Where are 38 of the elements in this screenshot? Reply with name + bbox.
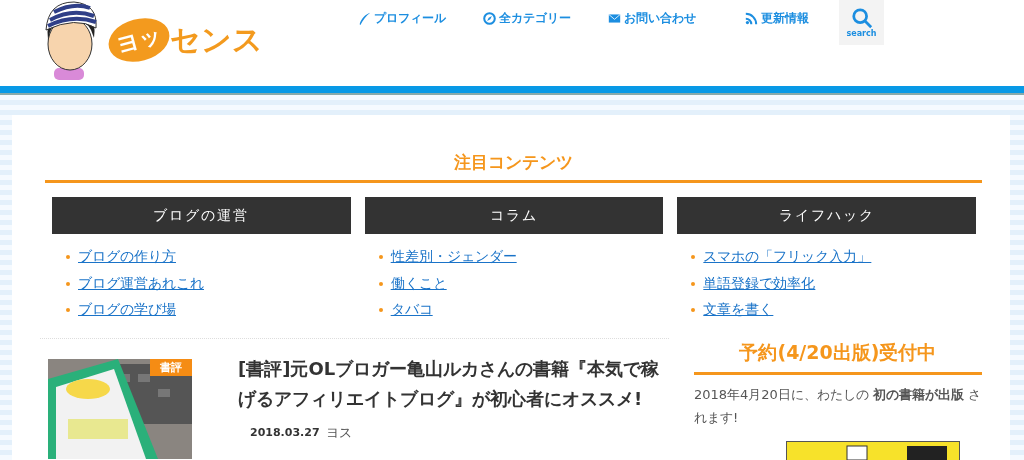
post-date: 2018.03.27	[250, 426, 320, 439]
category-link[interactable]: 働くこと	[390, 274, 447, 293]
quill-icon	[357, 12, 371, 25]
bullet-icon	[378, 308, 383, 313]
bullet-icon	[691, 281, 696, 286]
nav-link[interactable]: 更新情報	[714, 0, 839, 27]
bullet-icon	[378, 255, 383, 260]
nav-link[interactable]: お問い合わせ	[589, 0, 714, 27]
search-icon	[850, 7, 873, 29]
category-link[interactable]: ブログの作り方	[78, 248, 176, 267]
search-button[interactable]: search	[839, 0, 884, 45]
mail-icon	[607, 12, 621, 25]
category-link[interactable]: 文章を書く	[703, 301, 774, 320]
section-title: 注目コンテンツ	[45, 151, 982, 183]
bullet-icon	[66, 308, 70, 313]
category-link[interactable]: タバコ	[390, 301, 433, 320]
category-label: 書評	[150, 358, 192, 376]
post-title[interactable]: [書評]元OLブロガー亀山ルカさんの書籍『本気で稼げるアフィリエイトブログ』が初心者にオススメ!	[238, 353, 668, 414]
category-link[interactable]: ブログ運営あれこれ	[78, 274, 204, 293]
sidebar-text: 2018年4月20日に、わたしの 初の書籍が出版 されます!	[693, 385, 982, 427]
category-link[interactable]: ブログの学び場	[78, 301, 176, 320]
bullet-icon	[66, 281, 70, 286]
category-link[interactable]: 性差別・ジェンダー	[390, 248, 517, 267]
compass-icon	[482, 12, 496, 25]
category-heading: ライフハック	[677, 197, 976, 234]
bullet-icon	[691, 308, 696, 313]
sidebar-heading: 予約(4/20出版)受付中	[693, 339, 982, 375]
bullet-icon	[691, 255, 696, 260]
nav-link[interactable]: プロフィール	[339, 0, 464, 27]
bullet-icon	[378, 281, 383, 286]
category-link[interactable]: 単語登録で効率化	[703, 274, 816, 293]
bullet-icon	[66, 255, 70, 260]
category-heading: コラム	[364, 197, 664, 234]
nav-link[interactable]: 全カテゴリー	[464, 0, 589, 27]
post-author: ヨス	[325, 423, 352, 442]
category-heading: ブログの運営	[52, 197, 351, 234]
category-link[interactable]: スマホの「フリック入力」	[703, 248, 872, 267]
rss-icon	[744, 12, 758, 25]
